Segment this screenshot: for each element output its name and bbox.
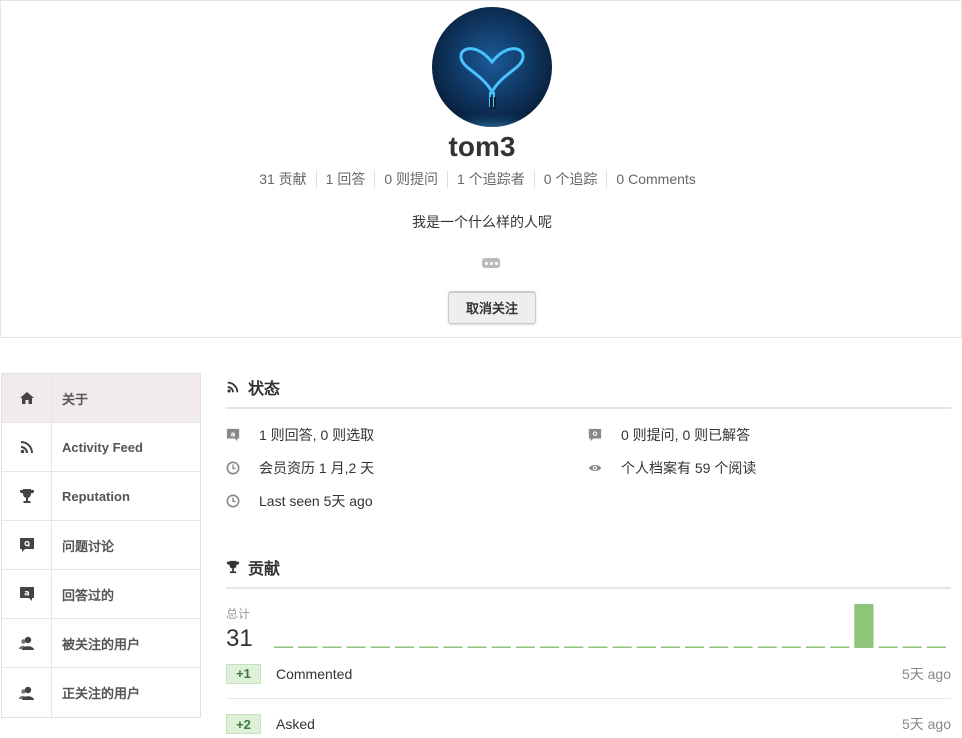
answer-bubble-icon: a (226, 428, 240, 442)
contributions-section-title: 贡献 (226, 554, 951, 580)
svg-text:a: a (24, 589, 29, 598)
stat-followers[interactable]: 1 个追踪者 (447, 171, 534, 188)
chart-bar (612, 646, 632, 648)
home-icon (2, 373, 52, 423)
chart-bar (588, 646, 608, 648)
status-last-seen: Last seen 5天 ago (226, 491, 373, 511)
stat-following[interactable]: 0 个追踪 (533, 171, 607, 188)
chart-bar (515, 646, 535, 648)
trophy-icon (226, 560, 240, 574)
sidebar-item-label: Reputation (62, 488, 130, 504)
chart-bar (660, 646, 681, 648)
points-badge: +2 (226, 714, 261, 734)
activity-time: 5天 ago (901, 716, 951, 732)
total-label: 总计 (226, 607, 251, 621)
clock-icon (226, 494, 240, 508)
status-questions: 0 则提问, 0 则已解答 (588, 425, 750, 445)
rss-icon (227, 381, 239, 393)
sidebar-item-label: 关于 (62, 391, 89, 407)
divider (226, 587, 951, 589)
chart-bar (443, 646, 463, 648)
sidebar-item-reputation[interactable]: Reputation (2, 471, 200, 521)
status-grid: a 1 则回答, 0 则选取 0 则提问, 0 则已解答 会员资历 1 月,2 … (226, 409, 951, 519)
main-content: 状态 a 1 则回答, 0 则选取 0 则提问, 0 则已解答 会员资历 1 月… (226, 374, 951, 734)
chart-bar (467, 646, 487, 648)
sidebar-item-questions[interactable]: 问题讨论 (2, 520, 200, 570)
contributions-chart (274, 604, 946, 648)
sidebar-item-about[interactable]: 关于 (2, 373, 200, 423)
bio: 我是一个什么样的人呢 (412, 214, 552, 230)
chart-bar (419, 646, 439, 648)
question-bubble-icon (2, 520, 52, 570)
status-member-since: 会员资历 1 月,2 天 (226, 458, 374, 478)
chart-bar (636, 646, 656, 648)
contributions-section: 贡献 (226, 554, 951, 589)
chart-bar (298, 646, 318, 648)
chart-bar (733, 646, 753, 648)
sidebar-item-following[interactable]: 正关注的用户 (2, 668, 200, 717)
activity-time: 5天 ago (901, 665, 951, 682)
chart-bar (878, 646, 898, 648)
chart-bar (540, 646, 560, 648)
eye-icon (588, 465, 602, 471)
sidebar-item-label: 正关注的用户 (62, 686, 141, 701)
sidebar-item-followers[interactable]: 被关注的用户 (2, 618, 200, 668)
sidebar-item-label: 问题讨论 (62, 538, 115, 554)
profile-header: tom3 31 贡献 1 回答 0 则提问 1 个追踪者 0 个追踪 0 Comments… (0, 0, 962, 338)
chart-bar (685, 646, 705, 648)
chart-bar (709, 646, 729, 648)
clock-icon (226, 461, 240, 475)
activity-row[interactable]: +2 Asked 5天 ago (226, 699, 951, 738)
chart-bar (346, 646, 366, 648)
trophy-icon (2, 471, 52, 521)
chart-bar (322, 646, 342, 648)
chart-bar (491, 646, 511, 648)
chart-bar (902, 646, 922, 648)
chart-bar (757, 646, 777, 648)
users-icon (2, 668, 52, 717)
contributions-chart-area: 总计 31 (226, 602, 951, 652)
status-profile-views: 个人档案有 59 个阅读 (588, 458, 756, 478)
chart-bar (274, 646, 294, 648)
rss-icon (2, 422, 52, 472)
svg-text:a: a (231, 430, 236, 438)
sidebar-item-answers[interactable]: a 回答过的 (2, 569, 200, 619)
avatar[interactable] (432, 7, 552, 127)
chart-bar (854, 604, 874, 648)
sidebar-item-activity-feed[interactable]: Activity Feed (2, 422, 200, 472)
stat-contributions[interactable]: 31 贡献 (259, 171, 315, 188)
username: tom3 (448, 131, 516, 162)
unfollow-button[interactable]: 取消关注 (448, 291, 536, 324)
status-answers: a 1 则回答, 0 则选取 (226, 425, 374, 445)
sidebar-item-label: Activity Feed (62, 439, 143, 455)
points-badge: +1 (226, 663, 261, 684)
chart-bar (394, 646, 415, 648)
profile-stats: 31 贡献 1 回答 0 则提问 1 个追踪者 0 个追踪 0 Comments (1, 171, 962, 188)
chart-bar (564, 646, 584, 648)
chart-bar (370, 646, 390, 648)
sidebar: 关于 Activity Feed Reputation 问题讨论 a 回答过的 … (1, 373, 201, 718)
sidebar-item-label: 被关注的用户 (62, 636, 141, 652)
activity-label: Asked (276, 716, 315, 732)
chart-bar (805, 646, 826, 648)
answer-bubble-icon: a (2, 569, 52, 619)
activity-row[interactable]: +1 Commented 5天 ago (226, 649, 951, 699)
activity-label: Commented (276, 665, 353, 682)
sidebar-item-label: 回答过的 (62, 587, 115, 603)
chart-bar (926, 646, 946, 648)
chart-bar (781, 646, 801, 648)
stat-answers[interactable]: 1 回答 (315, 171, 375, 188)
stat-questions[interactable]: 0 则提问 (374, 171, 447, 188)
users-icon (2, 618, 52, 668)
section-title-text: 贡献 (248, 561, 281, 578)
stat-comments[interactable]: 0 Comments (606, 171, 704, 188)
avatar-image (432, 7, 552, 127)
section-title-text: 状态 (248, 381, 281, 398)
chart-bar (830, 646, 850, 648)
more-icon[interactable] (482, 258, 500, 268)
question-bubble-icon (588, 428, 602, 442)
status-section-title: 状态 (226, 374, 951, 400)
